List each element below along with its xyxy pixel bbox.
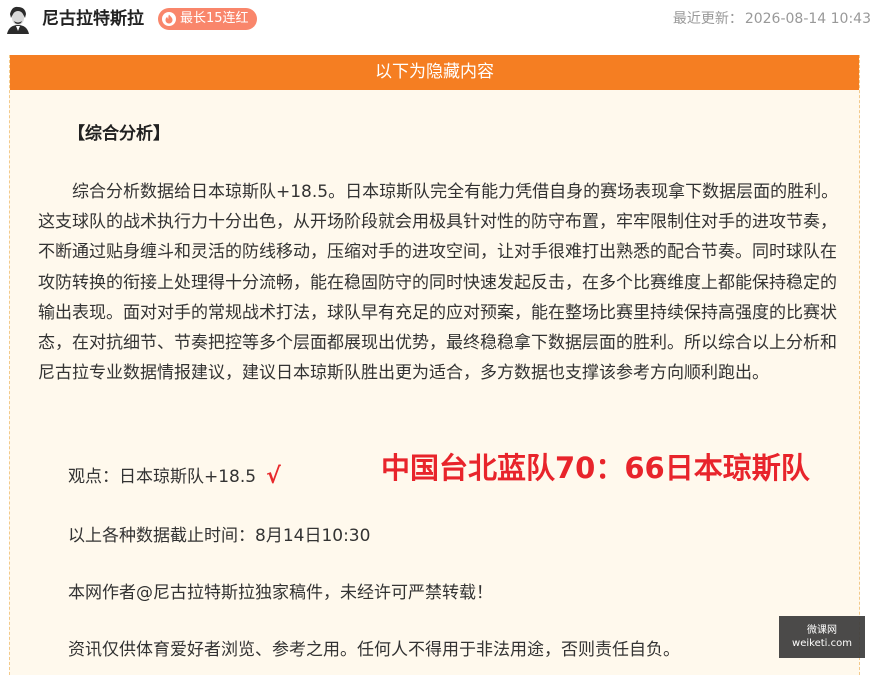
data-cutoff-line: 以上各种数据截止时间：8月14日10:30 [68,526,371,546]
hidden-content-panel: 以下为隐藏内容 【综合分析】 综合分析数据给日本琼斯队+18.5。日本琼斯队完全… [9,55,860,675]
section-heading: 【综合分析】 [68,124,170,144]
viewpoint-line: 观点：日本琼斯队+18.5 √ [68,465,281,489]
last-updated-label: 最近更新： [672,11,743,27]
analysis-paragraph: 综合分析数据给日本琼斯队+18.5。日本琼斯队完全有能力凭借自身的赛场表现拿下数… [38,182,839,384]
last-updated-time: 2026-08-14 10:43 [744,11,871,27]
last-updated: 最近更新： 2026-08-14 10:43 [673,10,871,28]
avatar-portrait-icon [4,4,31,34]
watermark-title: 微课网 [807,625,837,636]
author-avatar[interactable] [4,4,31,34]
watermark-url: weiketi.com [792,638,852,649]
author-name[interactable]: 尼古拉特斯拉 [42,8,144,30]
final-score-annotation: 中国台北蓝队70：66日本琼斯队 [381,451,810,485]
streak-badge: 最长15连红 [158,8,257,30]
post-header: 尼古拉特斯拉 最长15连红 最近更新： 2026-08-14 10:43 [0,0,875,40]
hidden-content-banner: 以下为隐藏内容 [10,55,859,90]
viewpoint-text: 观点：日本琼斯队+18.5 [68,467,257,487]
disclaimer-notice: 资讯仅供体育爱好者浏览、参考之用。任何人不得用于非法用途，否则责任自负。 [68,640,680,660]
flame-icon [162,12,176,26]
checkmark-icon: √ [266,464,281,489]
streak-badge-label: 最长15连红 [180,11,249,26]
site-watermark: 微课网 weiketi.com [779,616,865,658]
copyright-notice: 本网作者@尼古拉特斯拉独家稿件，未经许可严禁转载！ [68,583,493,603]
